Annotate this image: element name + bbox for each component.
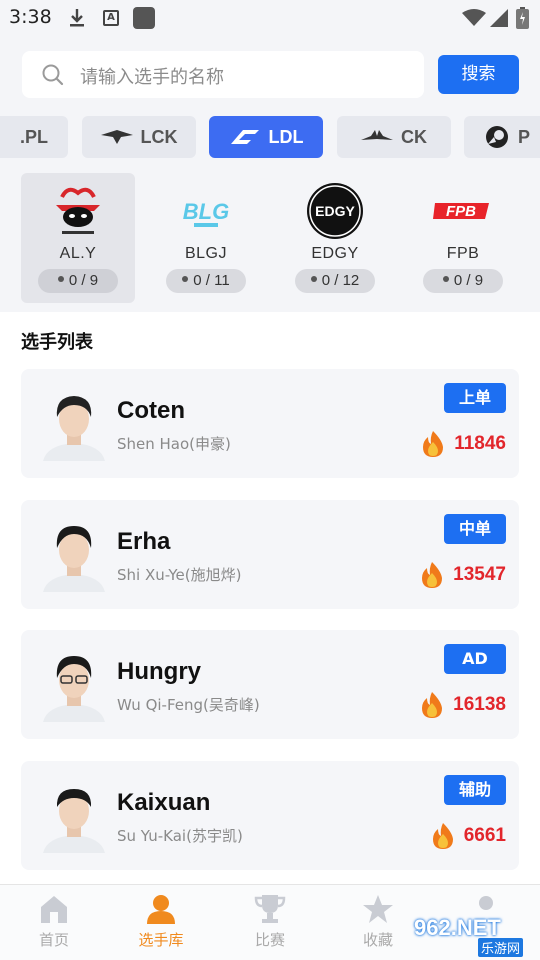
player-card[interactable]: Erha Shi Xu-Ye(施旭烨) 中单 13547 xyxy=(21,500,519,609)
team-name: EDGY xyxy=(311,245,359,262)
svg-text:EDGY: EDGY xyxy=(315,203,355,219)
team-name: FPB xyxy=(446,245,480,262)
player-card[interactable]: Coten Shen Hao(申豪) 上单 11846 xyxy=(21,369,519,478)
player-real-name: Su Yu-Kai(苏宇凯) xyxy=(117,827,243,845)
trophy-icon xyxy=(254,895,286,923)
app-square-icon xyxy=(133,7,155,29)
heat-value: 11846 xyxy=(454,433,506,454)
wifi-icon xyxy=(462,9,486,26)
ck-logo-icon xyxy=(361,130,393,140)
team-card-fpb[interactable]: FPB FPB 0 / 9 xyxy=(406,173,520,303)
heat-value: 6661 xyxy=(463,825,506,846)
team-count: 0 / 9 xyxy=(423,269,503,293)
player-name: Kaixuan xyxy=(117,789,211,816)
flame-icon xyxy=(432,823,453,849)
player-avatar xyxy=(43,656,105,722)
league-tab-label: P xyxy=(518,126,531,147)
team-card-blgj[interactable]: BLG BLGJ 0 / 11 xyxy=(149,173,263,303)
league-tab-label: CK xyxy=(401,126,427,147)
app-notification-icon: A xyxy=(103,10,119,26)
popularity: 16138 xyxy=(419,690,506,720)
league-tab-ldl[interactable]: LDL xyxy=(209,116,323,158)
role-badge: 上单 xyxy=(444,383,506,413)
flame-icon xyxy=(423,431,444,457)
league-tab-label: .PL xyxy=(20,126,49,147)
aly-team-logo xyxy=(56,187,100,234)
player-name: Erha xyxy=(117,528,171,555)
player-card[interactable]: Hungry Wu Qi-Feng(吴奇峰) AD 16138 xyxy=(21,630,519,739)
league-tab-label: LDL xyxy=(268,126,304,147)
player-card[interactable]: Kaixuan Su Yu-Kai(苏宇凯) 辅助 6661 xyxy=(21,761,519,870)
nav-home[interactable]: 首页 xyxy=(14,893,94,957)
download-icon xyxy=(70,9,84,27)
player-avatar xyxy=(43,396,105,461)
nav-matches[interactable]: 比赛 xyxy=(230,893,310,957)
role-badge: 中单 xyxy=(444,514,506,544)
popularity: 13547 xyxy=(419,560,506,590)
role-badge: 辅助 xyxy=(444,775,506,805)
flame-icon xyxy=(422,562,443,588)
player-name: Hungry xyxy=(117,658,201,685)
heat-value: 13547 xyxy=(453,564,506,585)
team-count: 0 / 12 xyxy=(295,269,375,293)
signal-icon xyxy=(490,9,508,27)
popularity: 6661 xyxy=(430,821,506,851)
league-p-logo-icon xyxy=(486,126,508,148)
team-name: AL.Y xyxy=(59,245,97,262)
status-bar: 3:38 A xyxy=(0,0,540,36)
svg-text:BLG: BLG xyxy=(183,199,229,224)
heat-value: 16138 xyxy=(453,694,506,715)
svg-text:FPB: FPB xyxy=(446,203,476,220)
watermark-subtext: 乐游网 xyxy=(478,938,524,957)
team-name: BLGJ xyxy=(184,245,227,262)
lck-logo-icon xyxy=(100,130,133,144)
blg-team-logo: BLG xyxy=(183,199,229,227)
ldl-logo-icon xyxy=(230,130,259,144)
status-time: 3:38 xyxy=(9,6,52,28)
player-real-name: Shen Hao(申豪) xyxy=(117,435,231,453)
team-card-edgy[interactable]: EDGY EDGY 0 / 12 xyxy=(278,173,392,303)
league-tab-ck[interactable]: CK xyxy=(337,116,451,158)
popularity: 11846 xyxy=(420,429,506,459)
player-real-name: Wu Qi-Feng(吴奇峰) xyxy=(117,696,260,714)
nav-players[interactable]: 选手库 xyxy=(121,893,201,957)
nav-label: 首页 xyxy=(38,931,69,949)
site-watermark: 962.NET 乐游网 xyxy=(400,912,540,958)
fpb-team-logo: FPB xyxy=(433,203,489,220)
player-avatar xyxy=(43,789,105,853)
search-input[interactable]: 请输入选手的名称 xyxy=(22,51,424,98)
home-icon xyxy=(41,896,67,923)
flame-icon xyxy=(422,692,443,718)
team-count: 0 / 11 xyxy=(166,269,246,293)
nav-label: 选手库 xyxy=(138,931,184,949)
search-icon xyxy=(42,64,64,86)
league-tab-pl[interactable]: .PL xyxy=(0,116,68,158)
search-button[interactable]: 搜索 xyxy=(438,55,519,94)
edgy-team-logo: EDGY xyxy=(307,183,363,239)
player-avatar xyxy=(43,526,105,592)
section-title: 选手列表 xyxy=(21,332,93,353)
search-placeholder: 请输入选手的名称 xyxy=(80,67,224,88)
team-card-aly[interactable]: AL.Y 0 / 9 xyxy=(21,173,135,303)
star-icon xyxy=(363,895,393,923)
league-tab-lck[interactable]: LCK xyxy=(82,116,196,158)
player-icon xyxy=(147,895,175,924)
battery-icon xyxy=(516,7,529,29)
player-name: Coten xyxy=(117,397,185,424)
league-tab-label: LCK xyxy=(140,126,178,147)
team-count: 0 / 9 xyxy=(38,269,118,293)
nav-label: 比赛 xyxy=(254,931,285,949)
player-real-name: Shi Xu-Ye(施旭烨) xyxy=(117,566,242,584)
league-tab-p[interactable]: P xyxy=(464,116,540,158)
role-badge: AD xyxy=(444,644,506,674)
